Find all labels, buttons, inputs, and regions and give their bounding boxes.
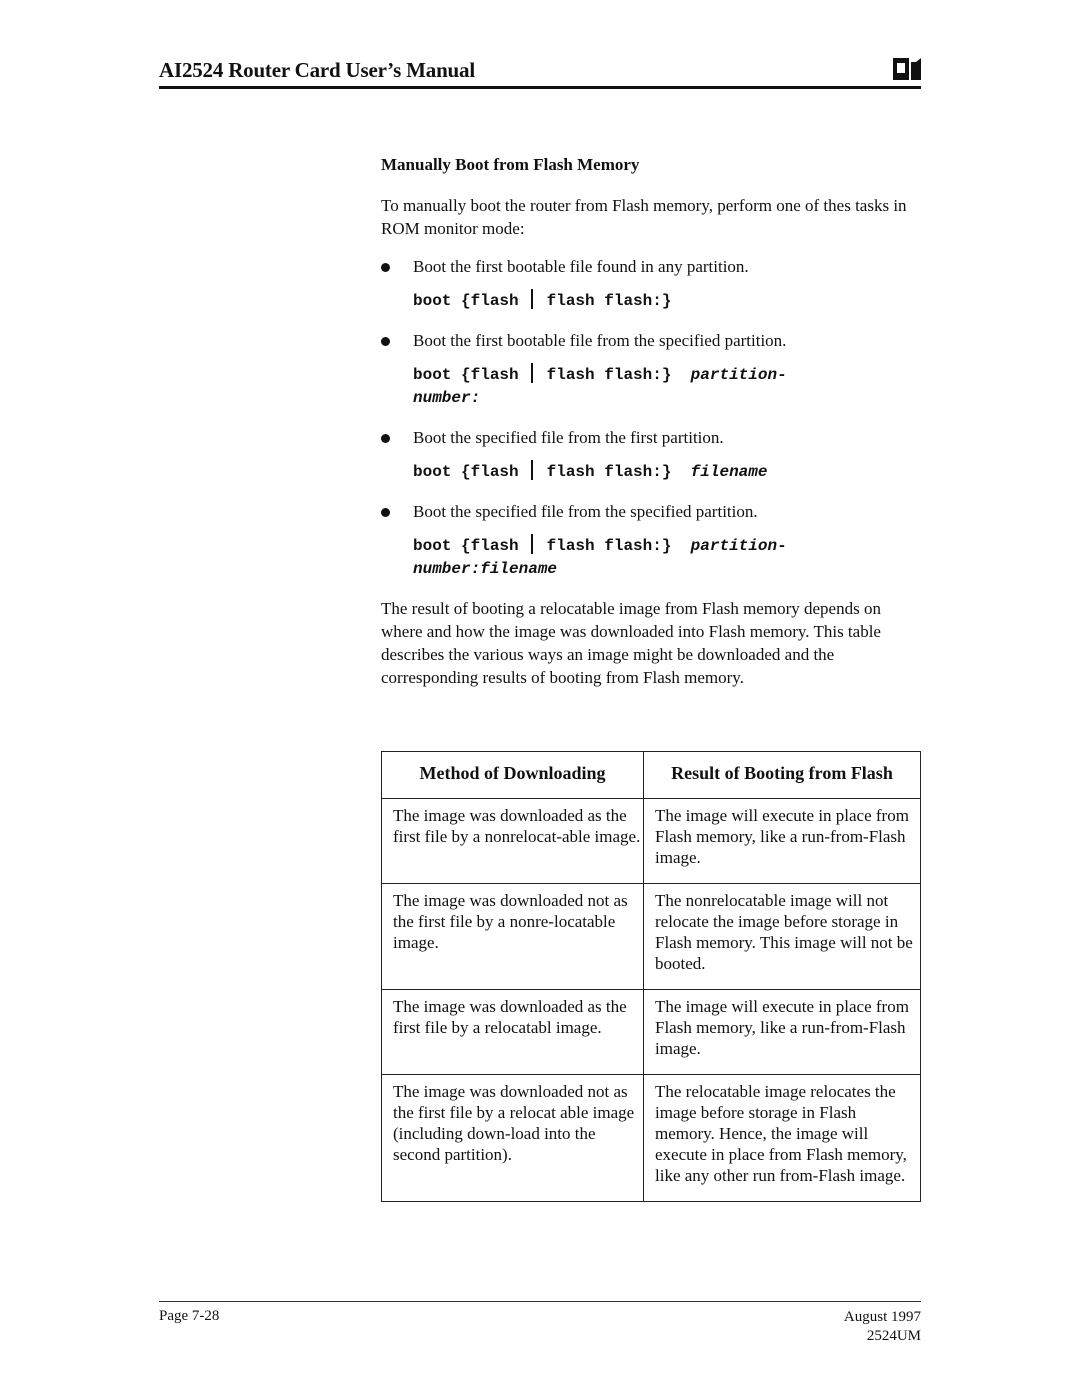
table-cell-method: The image was downloaded as the first fi… [381,798,644,884]
cmd-mid: flash flash:} [546,463,672,481]
bullet-icon [381,508,390,517]
table-cell-result: The image will execute in place from Fla… [643,798,921,884]
cmd-prefix: boot {flash [413,366,519,384]
bullet-icon [381,434,390,443]
cmd-prefix: boot {flash [413,537,519,555]
cmd-mid: flash flash:} [546,366,672,384]
footer-rule [159,1301,921,1302]
publication-date: August 1997 [843,1309,921,1325]
table-cell-result: The image will execute in place from Fla… [643,989,921,1075]
table-cell-method: The image was downloaded not as the firs… [381,1074,644,1202]
cmd-argument: filename [690,463,768,481]
company-logo-icon [893,58,921,80]
table-header-row: Method of Downloading Result of Booting … [381,751,921,799]
task-description: Boot the specified file from the specifi… [413,502,758,521]
document-id: 2524UM [866,1328,921,1344]
table-row: The image was downloaded as the first fi… [381,798,921,884]
column-header-method: Method of Downloading [381,751,644,799]
cmd-argument-continued: number:filename [413,560,558,578]
cmd-mid: flash flash:} [546,537,672,555]
download-methods-table: Method of Downloading Result of Booting … [381,751,921,1202]
command-example: boot {flash flash flash:} partition- numb… [413,534,787,581]
cmd-argument: partition- [690,366,787,384]
task-description: Boot the first bootable file from the sp… [413,331,787,350]
section-title: Manually Boot from Flash Memory [381,155,640,174]
document-title: AI2524 Router Card User’s Manual [159,58,475,82]
footer-info: August 1997 2524UM [844,1308,921,1346]
table-cell-method: The image was downloaded not as the firs… [381,883,644,990]
intro-text: To manually boot the router from Flash m… [381,196,907,238]
cmd-mid: flash flash:} [546,292,672,310]
task-description: Boot the specified file from the first p… [413,428,724,447]
header-rule [159,86,921,89]
pipe-separator [530,534,533,554]
cmd-argument-continued: number: [413,389,481,407]
cmd-argument: partition- [690,537,787,555]
table-row: The image was downloaded as the first fi… [381,989,921,1075]
table-row: The image was downloaded not as the firs… [381,883,921,990]
command-example: boot {flash flash flash:} [413,289,671,313]
page-number: Page 7-28 [159,1308,220,1324]
command-example: boot {flash flash flash:} filename [413,460,767,484]
cmd-prefix: boot {flash [413,463,519,481]
table-cell-result: The nonrelocatable image will not reloca… [643,883,921,990]
table-cell-result: The relocatable image relocates the imag… [643,1074,921,1202]
body-paragraph: The result of booting a relocatable imag… [381,599,881,687]
pipe-separator [530,289,533,309]
bullet-icon [381,263,390,272]
table-row: The image was downloaded not as the firs… [381,1074,921,1202]
pipe-separator [530,460,533,480]
pipe-separator [530,363,533,383]
task-description: Boot the first bootable file found in an… [413,257,749,276]
bullet-icon [381,337,390,346]
table-cell-method: The image was downloaded as the first fi… [381,989,644,1075]
column-header-result: Result of Booting from Flash [643,751,921,799]
cmd-prefix: boot {flash [413,292,519,310]
command-example: boot {flash flash flash:} partition- numb… [413,363,787,410]
